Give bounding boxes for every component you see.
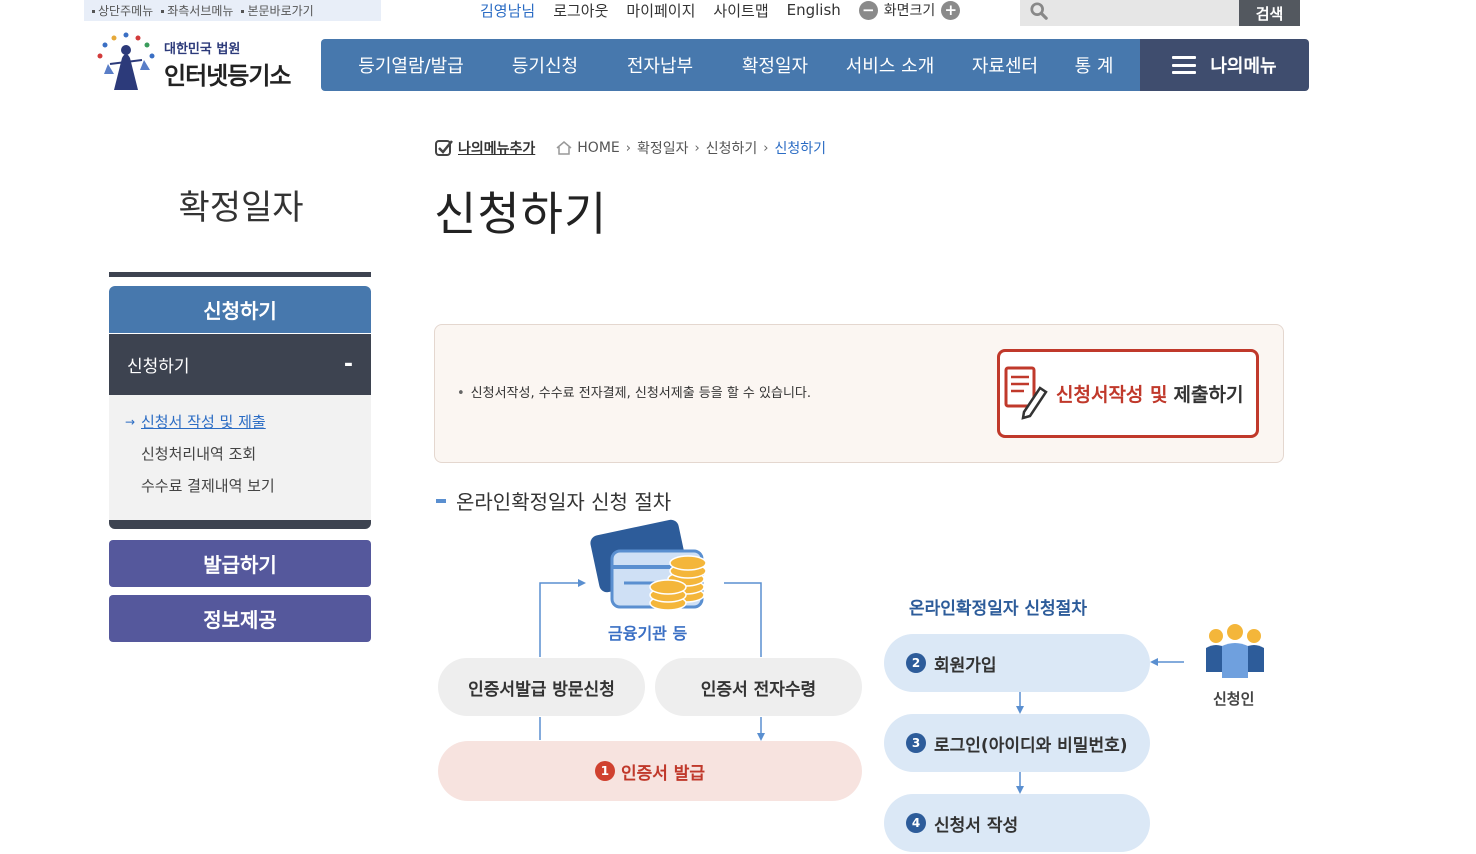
sidebar-submenu-apply[interactable]: 신청하기 - xyxy=(109,334,371,395)
logo-subtitle: 대한민국 법원 xyxy=(164,42,241,57)
add-my-menu-label: 나의메뉴추가 xyxy=(458,141,536,157)
search-box xyxy=(1020,0,1239,26)
sidebar-section-apply[interactable]: 신청하기 xyxy=(109,286,371,333)
skip-link-submenu[interactable]: 좌측서브메뉴 xyxy=(161,2,233,19)
zoom-label: 화면크기 xyxy=(883,3,936,19)
sidebar-sublist-bottom xyxy=(109,520,371,529)
nav-item-data-center[interactable]: 자료센터 xyxy=(961,52,1049,78)
visit-apply-step: 인증서발급 방문신청 xyxy=(438,658,645,716)
my-menu-button[interactable]: 나의메뉴 xyxy=(1140,39,1309,91)
add-my-menu-button[interactable]: 나의메뉴추가 xyxy=(434,138,535,158)
mypage-link[interactable]: 마이페이지 xyxy=(626,0,695,21)
write-submit-label-b: 제출하기 xyxy=(1173,384,1244,406)
chevron-right-icon: › xyxy=(625,140,631,156)
search-icon xyxy=(1030,2,1048,20)
sidebar-section-issue[interactable]: 발급하기 xyxy=(109,540,371,587)
user-name-link[interactable]: 김영남님 xyxy=(480,0,535,21)
step-number-badge: 4 xyxy=(906,813,926,833)
flow-arrows xyxy=(1016,658,1184,794)
breadcrumb-home[interactable]: HOME xyxy=(577,140,619,156)
sidebar-divider xyxy=(109,272,371,277)
step-number-badge: 2 xyxy=(906,653,926,673)
signup-label: 회원가입 xyxy=(934,655,997,676)
bank-label: 금융기관 등 xyxy=(608,624,688,643)
breadcrumb: 나의메뉴추가 HOME › 확정일자 › 신청하기 › 신청하기 xyxy=(434,137,826,159)
english-link[interactable]: English xyxy=(787,1,841,19)
skip-link-topmenu[interactable]: 상단주메뉴 xyxy=(92,2,153,19)
hamburger-icon xyxy=(1172,56,1197,74)
breadcrumb-fixed-date[interactable]: 확정일자 xyxy=(637,138,689,158)
applicant-label: 신청인 xyxy=(1213,690,1255,708)
procedure-heading: 온라인확정일자 신청 절차 xyxy=(436,486,671,515)
search-bar: 검색 xyxy=(1020,0,1300,26)
site-logo[interactable]: 대한민국 법원 인터넷등기소 xyxy=(92,28,312,94)
logo-title: 인터넷등기소 xyxy=(164,62,291,90)
sidebar-item-fee-history[interactable]: 수수료 결제내역 보기 xyxy=(141,475,371,507)
sidebar-section-info[interactable]: 정보제공 xyxy=(109,595,371,642)
sidebar-item-process-history[interactable]: 신청처리내역 조회 xyxy=(141,443,371,475)
breadcrumb-apply[interactable]: 신청하기 xyxy=(706,138,758,158)
my-menu-label: 나의메뉴 xyxy=(1210,56,1277,77)
cert-issue-label: 인증서 발급 xyxy=(620,763,706,784)
sidebar-title: 확정일자 xyxy=(178,188,304,228)
chevron-right-icon: › xyxy=(694,140,700,156)
court-emblem-icon xyxy=(97,32,155,90)
home-icon xyxy=(556,141,572,155)
nav-item-service-intro[interactable]: 서비스 소개 xyxy=(819,52,961,78)
collapse-icon[interactable]: - xyxy=(344,352,353,377)
document-pen-icon xyxy=(1004,366,1048,420)
nav-item-registry-apply[interactable]: 등기신청 xyxy=(501,52,589,78)
sidebar-submenu-label: 신청하기 xyxy=(127,357,190,377)
sidebar-item-write-submit[interactable]: 신청서 작성 및 제출 xyxy=(125,411,371,443)
page-title: 신청하기 xyxy=(434,187,608,241)
nav-item-statistics[interactable]: 통 계 xyxy=(1049,52,1139,78)
info-description: 신청서작성, 수수료 전자결제, 신청서제출 등을 할 수 있습니다. xyxy=(457,382,811,401)
zoom-out-button[interactable]: − xyxy=(858,0,878,20)
nav-item-e-payment[interactable]: 전자납부 xyxy=(589,52,731,78)
electronic-receive-step: 인증서 전자수령 xyxy=(655,658,862,716)
utility-bar: 김영남님 로그아웃 마이페이지 사이트맵 English − 화면크기 + xyxy=(480,0,961,21)
write-submit-label-a: 신청서작성 및 xyxy=(1056,384,1168,406)
breadcrumb-current[interactable]: 신청하기 xyxy=(774,138,826,158)
right-procedure-title: 온라인확정일자 신청절차 xyxy=(909,599,1087,619)
cert-issue-step: 1 인증서 발급 xyxy=(438,741,862,801)
zoom-in-button[interactable]: + xyxy=(941,0,961,20)
sidebar-sublist: 신청서 작성 및 제출 신청처리내역 조회 수수료 결제내역 보기 xyxy=(109,395,371,521)
checkbox-check-icon xyxy=(435,140,453,156)
main-nav: 등기열람/발급 등기신청 전자납부 확정일자 서비스 소개 자료센터 통 계 xyxy=(321,39,1140,91)
chevron-right-icon: › xyxy=(763,140,769,156)
nav-item-fixed-date[interactable]: 확정일자 xyxy=(731,52,819,78)
search-button[interactable]: 검색 xyxy=(1239,0,1300,26)
write-form-label: 신청서 작성 xyxy=(934,815,1019,836)
heading-bullet xyxy=(436,498,446,503)
skip-link-content[interactable]: 본문바로가기 xyxy=(241,2,314,19)
sitemap-link[interactable]: 사이트맵 xyxy=(713,0,768,21)
skip-links: 상단주메뉴 좌측서브메뉴 본문바로가기 xyxy=(84,0,381,21)
search-input[interactable] xyxy=(1020,0,1239,26)
logout-link[interactable]: 로그아웃 xyxy=(553,0,608,21)
step-number-badge: 3 xyxy=(906,733,926,753)
step-number-badge: 1 xyxy=(594,761,615,781)
procedure-title: 온라인확정일자 신청 절차 xyxy=(456,490,672,514)
write-submit-button[interactable]: 신청서작성 및 제출하기 xyxy=(997,349,1259,438)
people-group-icon xyxy=(1206,624,1264,678)
nav-item-registry-view[interactable]: 등기열람/발급 xyxy=(321,52,501,78)
